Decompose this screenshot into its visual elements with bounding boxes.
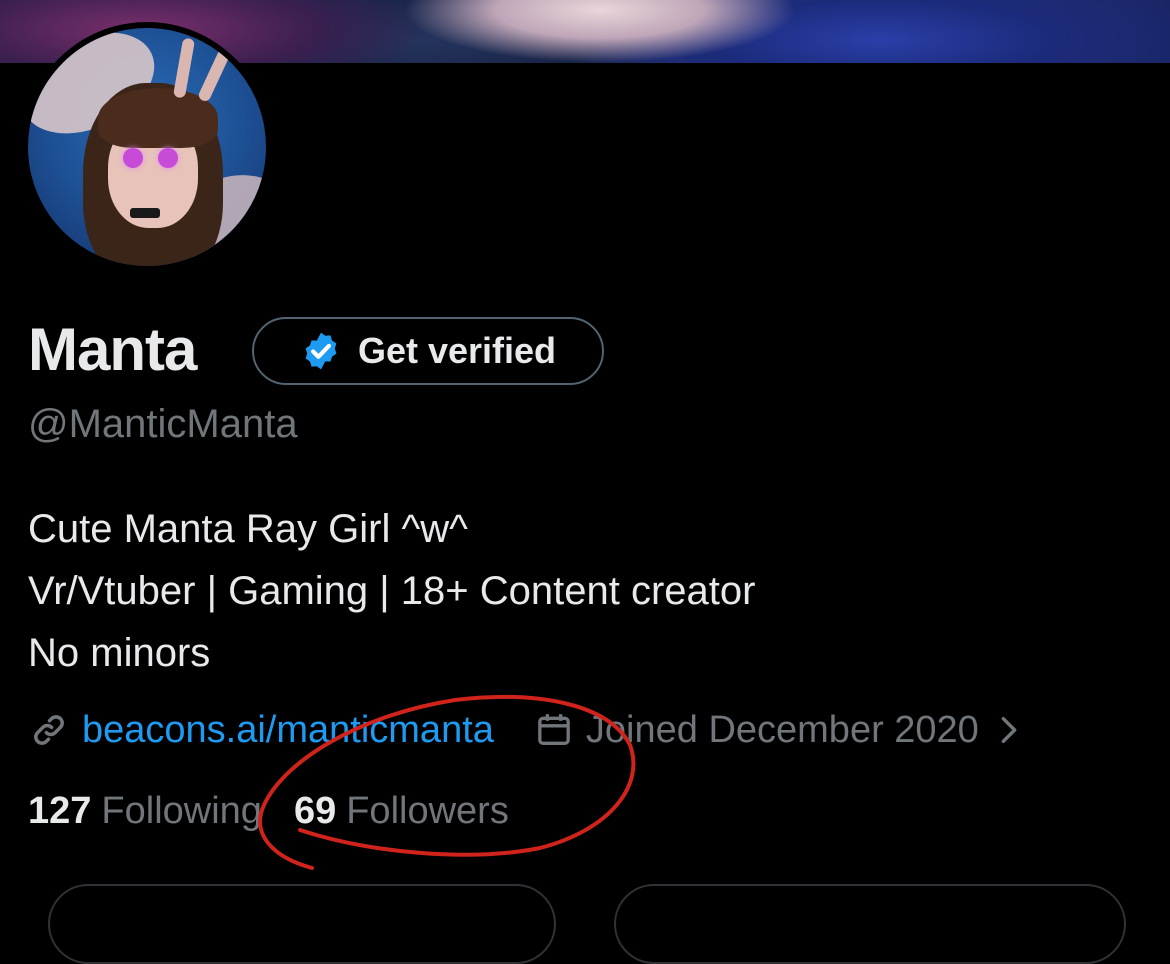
bio-line: Vr/Vtuber | Gaming | 18+ Content creator — [28, 569, 756, 613]
calendar-icon — [538, 714, 570, 745]
bio-line: Cute Manta Ray Girl ^w^ — [28, 507, 468, 551]
link-icon — [34, 715, 64, 745]
chevron-right-icon[interactable] — [995, 713, 1023, 747]
profile-link[interactable]: beacons.ai/manticmanta — [82, 709, 494, 752]
following-stat[interactable]: 127 Following — [28, 790, 262, 833]
following-label: Following — [101, 790, 262, 832]
action-button-right[interactable] — [614, 884, 1126, 964]
display-name: Manta — [28, 316, 197, 383]
profile-meta: beacons.ai/manticmanta Joined December 2… — [28, 700, 1023, 760]
get-verified-label: Get verified — [357, 330, 557, 371]
followers-count: 69 — [293, 790, 337, 832]
avatar-image — [28, 28, 266, 266]
profile-bio: Cute Manta Ray Girl ^w^ Vr/Vtuber | Gami… — [28, 498, 755, 684]
verified-badge-icon — [305, 332, 337, 370]
profile-handle: @ManticManta — [28, 402, 298, 446]
follow-stats: 127 Following 69 Followers — [28, 790, 509, 833]
followers-label: Followers — [346, 790, 509, 832]
avatar[interactable] — [22, 22, 272, 272]
action-button-left[interactable] — [48, 884, 556, 964]
bio-line: No minors — [28, 631, 211, 675]
get-verified-button[interactable]: Get verified — [252, 317, 604, 385]
joined-date: Joined December 2020 — [585, 708, 979, 751]
followers-stat[interactable]: 69 Followers — [294, 790, 509, 833]
following-count: 127 — [28, 790, 92, 832]
